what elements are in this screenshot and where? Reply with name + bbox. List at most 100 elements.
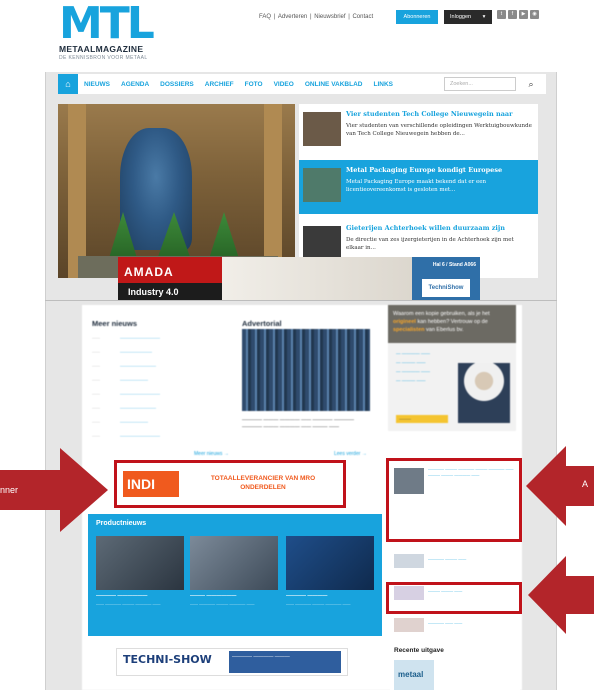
search-icon[interactable]: ⌕ bbox=[522, 76, 540, 92]
product-image bbox=[190, 536, 278, 590]
annotation-right-label: A bbox=[582, 479, 589, 489]
list-item[interactable]: —— —————————— bbox=[92, 335, 237, 349]
login-label: Inloggen bbox=[450, 14, 472, 20]
indi-banner[interactable]: INDI TOTAALLEVERANCIER VAN MRO ONDERDELE… bbox=[114, 460, 346, 508]
ad-headline-part: Waarom een kopie gebruiken, als je het bbox=[393, 311, 490, 317]
nav-items: NIEUWS AGENDA DOSSIERS ARCHIEF FOTO VIDE… bbox=[84, 74, 393, 94]
nav-item-video[interactable]: VIDEO bbox=[274, 81, 294, 88]
nav-item-agenda[interactable]: AGENDA bbox=[121, 81, 149, 88]
indi-logo: INDI bbox=[123, 471, 179, 497]
advertorial-heading: Advertorial bbox=[242, 319, 282, 328]
story-title: Gieterijen Achterhoek willen duurzaam zi… bbox=[346, 224, 505, 232]
technishow-block: Hal 6 / Stand A066 TechniShow bbox=[412, 257, 480, 301]
arrow-right-2 bbox=[528, 556, 594, 634]
list-item[interactable]: —— ——————— bbox=[92, 377, 237, 391]
home-icon[interactable]: ⌂ bbox=[58, 74, 78, 94]
adverteren-link[interactable]: Adverteren bbox=[278, 14, 307, 20]
list-item[interactable]: —— ——————— bbox=[92, 419, 237, 433]
related-text[interactable]: ———— —— —— bbox=[428, 620, 462, 625]
story-item-active[interactable]: Metal Packaging Europe kondigt Europese … bbox=[299, 160, 538, 214]
recente-uitgave-heading: Recente uitgave bbox=[394, 647, 444, 654]
site-header: MTL METAALMAGAZINE DE KENNISBRON VOOR ME… bbox=[45, 0, 557, 72]
nav-item-links[interactable]: LINKS bbox=[373, 81, 393, 88]
amada-block: AMADA Industry 4.0 bbox=[118, 257, 222, 301]
product-card[interactable]: ———— —————— —— ———— ——— ———— —— bbox=[96, 536, 184, 607]
product-title: ——— —————— bbox=[190, 593, 237, 599]
related-text[interactable]: ———— ——— —— bbox=[428, 556, 466, 561]
facebook-icon[interactable]: f bbox=[508, 10, 517, 19]
technishow-title: TECHNI-SHOW bbox=[123, 653, 212, 666]
list-item[interactable]: —— ———————— bbox=[92, 349, 237, 363]
advertorial-read-more[interactable]: Lees verder → bbox=[334, 451, 367, 457]
login-button[interactable]: Inloggen ▾ bbox=[444, 10, 492, 24]
story-thumbnail bbox=[303, 226, 341, 260]
list-item[interactable]: —— ————————— bbox=[92, 363, 237, 377]
story-thumbnail bbox=[303, 112, 341, 146]
list-item[interactable]: —— ————————— bbox=[92, 405, 237, 419]
search-input[interactable]: Zoeken... bbox=[444, 77, 516, 91]
story-title: Vier studenten Tech College Nieuwegein n… bbox=[346, 110, 513, 118]
ad-cta-button[interactable]: ——— bbox=[396, 415, 448, 423]
meer-nieuws-heading: Meer nieuws bbox=[92, 319, 138, 328]
story-title: Metal Packaging Europe kondigt Europese bbox=[346, 166, 503, 174]
related-thumb bbox=[394, 618, 424, 632]
ad-headline-highlight: origineel bbox=[393, 319, 416, 325]
ad-headline: Waarom een kopie gebruiken, als je het o… bbox=[388, 305, 516, 343]
social-icons: t f ▶ ◉ bbox=[497, 10, 539, 19]
ad-headline-part: kan hebben? Vertrouw op de bbox=[417, 319, 488, 325]
nav-item-online-vakblad[interactable]: ONLINE VAKBLAD bbox=[305, 81, 363, 88]
logo-tagline: DE KENNISBRON VOOR METAAL bbox=[59, 55, 148, 61]
highlight-box-sponsored bbox=[386, 458, 522, 542]
section-divider bbox=[45, 300, 557, 301]
logo-subtitle: METAALMAGAZINE bbox=[59, 44, 144, 54]
nav-item-archief[interactable]: ARCHIEF bbox=[205, 81, 234, 88]
list-item[interactable]: —— —————————— bbox=[92, 391, 237, 405]
technishow-banner[interactable]: TECHNI-SHOW ———— ———— ——— bbox=[116, 648, 348, 676]
hero-story-list: Vier studenten Tech College Nieuwegein n… bbox=[299, 104, 538, 278]
meer-nieuws-list: —— —————————— —— ———————— —— ————————— —— ——… bbox=[92, 335, 237, 447]
technishow-logo: TechniShow bbox=[422, 279, 470, 297]
logo-wordmark: MTL bbox=[59, 0, 155, 49]
meer-nieuws-link[interactable]: Meer nieuws → bbox=[194, 451, 229, 457]
top-links: FAQ | Adverteren | Nieuwsbrief | Contact bbox=[259, 14, 374, 20]
product-desc: —— ———— ——— ———— —— bbox=[96, 601, 161, 606]
magazine-cover: metaal bbox=[394, 660, 434, 690]
product-image bbox=[286, 536, 374, 590]
list-item[interactable]: —— —————————— bbox=[92, 433, 237, 447]
faq-link[interactable]: FAQ bbox=[259, 14, 271, 20]
nieuwsbrief-link[interactable]: Nieuwsbrief bbox=[314, 14, 345, 20]
product-card[interactable]: ——— —————— —— ———— ——— ———— —— bbox=[190, 536, 278, 607]
pillar-left bbox=[68, 104, 86, 278]
amada-banner[interactable]: AMADA Industry 4.0 Hal 6 / Stand A066 Te… bbox=[118, 257, 480, 301]
contact-link[interactable]: Contact bbox=[352, 14, 373, 20]
subscribe-button[interactable]: Abonneren bbox=[396, 10, 438, 24]
advertorial-text: ———— ——— ———— —— ———— ———— ———— ——— ————… bbox=[242, 417, 354, 430]
ad-headline-highlight: specialisten bbox=[393, 327, 425, 333]
nav-item-dossiers[interactable]: DOSSIERS bbox=[160, 81, 194, 88]
machine-illustration bbox=[222, 257, 412, 301]
story-item[interactable]: Vier studenten Tech College Nieuwegein n… bbox=[299, 104, 538, 158]
product-title: ———— ———— bbox=[286, 593, 328, 599]
related-thumb bbox=[394, 554, 424, 568]
youtube-icon[interactable]: ▶ bbox=[519, 10, 528, 19]
product-title: ———— —————— bbox=[96, 593, 148, 599]
chevron-down-icon: ▾ bbox=[482, 14, 486, 20]
main-nav: ⌂ NIEUWS AGENDA DOSSIERS ARCHIEF FOTO VI… bbox=[58, 74, 546, 94]
twitter-icon[interactable]: t bbox=[497, 10, 506, 19]
product-desc: —— ———— ——— ———— —— bbox=[190, 601, 255, 606]
amada-tagline: Industry 4.0 bbox=[118, 283, 222, 301]
eberlus-ad[interactable]: Waarom een kopie gebruiken, als je het o… bbox=[388, 305, 516, 431]
site-logo[interactable]: MTL METAALMAGAZINE DE KENNISBRON VOOR ME… bbox=[59, 0, 155, 62]
nav-item-foto[interactable]: FOTO bbox=[245, 81, 263, 88]
story-desc: Vier studenten van verschillende opleidi… bbox=[346, 123, 532, 137]
rss-icon[interactable]: ◉ bbox=[530, 10, 539, 19]
hero-image[interactable] bbox=[58, 104, 295, 278]
page: MTL METAALMAGAZINE DE KENNISBRON VOOR ME… bbox=[0, 0, 594, 690]
advertorial-image[interactable] bbox=[242, 329, 370, 411]
product-card[interactable]: ———— ———— —— ———— ——— ———— —— bbox=[286, 536, 374, 607]
technishow-info: ———— ———— ——— bbox=[229, 651, 341, 673]
nav-item-nieuws[interactable]: NIEUWS bbox=[84, 81, 110, 88]
productnieuws-section: Productnieuws ———— —————— —— ———— ——— ——… bbox=[88, 514, 382, 636]
recente-uitgave[interactable]: Recente uitgave metaal bbox=[390, 644, 520, 690]
highlight-box-related bbox=[386, 582, 522, 614]
